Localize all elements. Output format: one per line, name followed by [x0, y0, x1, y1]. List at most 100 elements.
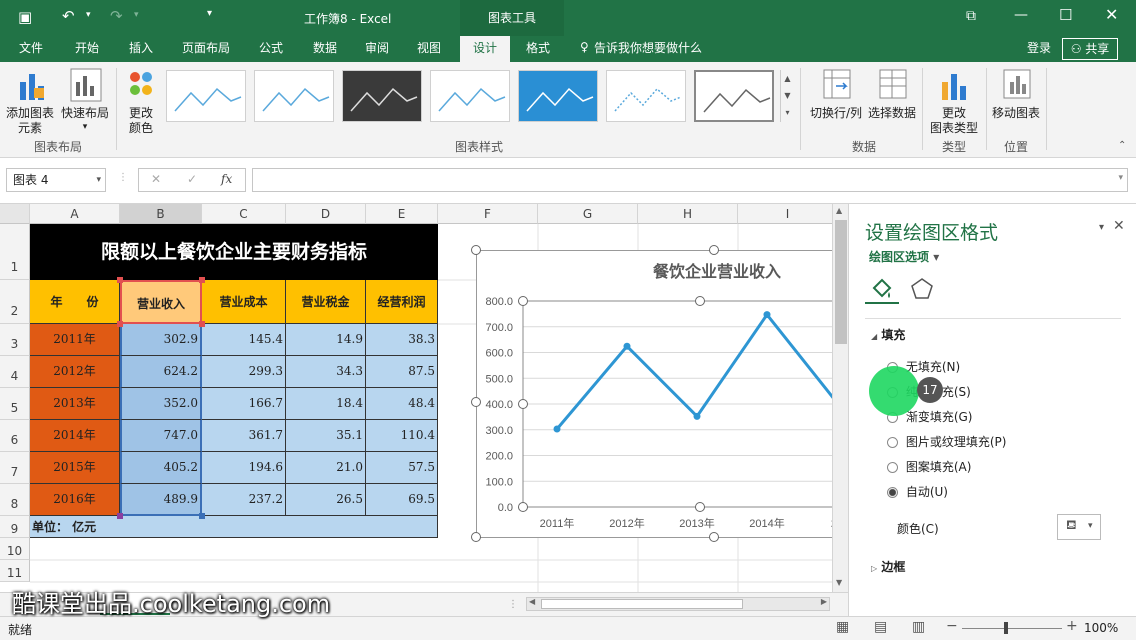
- row-header[interactable]: 11: [0, 560, 30, 582]
- chart-resize-handle[interactable]: [471, 245, 481, 255]
- tax-cell[interactable]: 34.3: [286, 356, 366, 388]
- quick-layout-button[interactable]: 快速布局 ▾: [58, 66, 112, 136]
- zoom-level[interactable]: 100%: [1084, 621, 1118, 635]
- tab-format[interactable]: 格式: [514, 36, 562, 62]
- year-cell[interactable]: 2012年: [30, 356, 120, 388]
- scroll-thumb[interactable]: [541, 599, 743, 609]
- column-header[interactable]: D: [286, 204, 366, 224]
- column-header[interactable]: B: [120, 204, 202, 224]
- page-layout-view-icon[interactable]: ▤: [874, 619, 887, 635]
- formula-input[interactable]: ▾: [252, 168, 1128, 192]
- row-header[interactable]: 5: [0, 388, 30, 420]
- row-header[interactable]: 1: [0, 224, 30, 280]
- fill-section-header[interactable]: ◢ 填充: [871, 326, 905, 343]
- year-cell[interactable]: 2014年: [30, 420, 120, 452]
- header-cell-selected[interactable]: 营业收入: [120, 280, 202, 324]
- chart-style-3[interactable]: [342, 70, 422, 122]
- tab-page-layout[interactable]: 页面布局: [174, 36, 238, 62]
- tab-design[interactable]: 设计: [460, 36, 510, 62]
- header-cell[interactable]: 经营利润: [366, 280, 438, 324]
- selection-handle[interactable]: [199, 277, 205, 283]
- undo-dropdown-icon[interactable]: ▾: [86, 10, 91, 20]
- tax-cell[interactable]: 35.1: [286, 420, 366, 452]
- customize-toolbar-icon[interactable]: ▾: [207, 8, 212, 19]
- tab-data[interactable]: 数据: [302, 36, 348, 62]
- undo-icon[interactable]: ↶: [62, 7, 75, 25]
- profit-cell[interactable]: 57.5: [366, 452, 438, 484]
- fill-color-picker[interactable]: ⛾ ▾: [1057, 514, 1101, 540]
- effects-pentagon-icon[interactable]: [909, 276, 935, 302]
- selection-handle[interactable]: [199, 513, 205, 519]
- pane-menu-icon[interactable]: ▾: [1099, 222, 1104, 233]
- cost-cell[interactable]: 299.3: [202, 356, 286, 388]
- gallery-scroll[interactable]: ▲ ▼ ▾: [780, 70, 794, 122]
- chart-style-2[interactable]: [254, 70, 334, 122]
- select-all-corner[interactable]: [0, 204, 30, 224]
- header-cell[interactable]: 营业税金: [286, 280, 366, 324]
- revenue-cell[interactable]: 747.0: [120, 420, 202, 452]
- zoom-slider-thumb[interactable]: [1004, 622, 1008, 634]
- add-chart-element-button[interactable]: 添加图表 元素: [2, 66, 58, 136]
- column-header[interactable]: F: [438, 204, 538, 224]
- tab-home[interactable]: 开始: [64, 36, 110, 62]
- chart-style-4[interactable]: [430, 70, 510, 122]
- cost-cell[interactable]: 361.7: [202, 420, 286, 452]
- fx-icon[interactable]: fx: [221, 172, 232, 186]
- horizontal-scrollbar[interactable]: ◀ ▶: [526, 597, 830, 611]
- row-header[interactable]: 2: [0, 280, 30, 324]
- row-header[interactable]: 10: [0, 538, 30, 560]
- select-data-button[interactable]: 选择数据: [866, 66, 918, 136]
- border-section-header[interactable]: ▷ 边框: [871, 558, 905, 575]
- profit-cell[interactable]: 48.4: [366, 388, 438, 420]
- scroll-up-icon[interactable]: ▲: [836, 206, 842, 215]
- maximize-icon[interactable]: ☐: [1059, 6, 1072, 24]
- close-icon[interactable]: ✕: [1105, 5, 1118, 24]
- cancel-icon[interactable]: ✕: [151, 172, 161, 186]
- scroll-thumb[interactable]: [835, 220, 847, 344]
- cost-cell[interactable]: 166.7: [202, 388, 286, 420]
- year-cell[interactable]: 2015年: [30, 452, 120, 484]
- chart-style-5[interactable]: [518, 70, 598, 122]
- move-chart-button[interactable]: 移动图表: [990, 66, 1042, 136]
- chart-style-7-selected[interactable]: [694, 70, 774, 122]
- save-icon[interactable]: ▣: [18, 8, 32, 26]
- cost-cell[interactable]: 237.2: [202, 484, 286, 516]
- row-header[interactable]: 7: [0, 452, 30, 484]
- radio-automatic[interactable]: 自动(U): [887, 483, 948, 500]
- row-header[interactable]: 8: [0, 484, 30, 516]
- revenue-cell[interactable]: 302.9: [120, 324, 202, 356]
- revenue-cell[interactable]: 489.9: [120, 484, 202, 516]
- selection-handle[interactable]: [117, 277, 123, 283]
- vertical-scrollbar[interactable]: ▲ ▼: [832, 204, 848, 592]
- column-header[interactable]: H: [638, 204, 738, 224]
- cost-cell[interactable]: 194.6: [202, 452, 286, 484]
- header-cell[interactable]: 营业成本: [202, 280, 286, 324]
- tab-formulas[interactable]: 公式: [248, 36, 294, 62]
- year-cell[interactable]: 2011年: [30, 324, 120, 356]
- column-header[interactable]: E: [366, 204, 438, 224]
- zoom-out-icon[interactable]: −: [946, 618, 958, 634]
- tab-insert[interactable]: 插入: [118, 36, 164, 62]
- year-cell[interactable]: 2016年: [30, 484, 120, 516]
- login-link[interactable]: 登录: [1020, 36, 1058, 62]
- chart-resize-handle[interactable]: [471, 397, 481, 407]
- row-header[interactable]: 9: [0, 516, 30, 538]
- tab-file[interactable]: 文件: [8, 36, 54, 62]
- chart-resize-handle[interactable]: [471, 532, 481, 542]
- normal-view-icon[interactable]: ▦: [836, 619, 849, 635]
- confirm-icon[interactable]: ✓: [187, 172, 197, 186]
- radio-pattern-fill[interactable]: 图案填充(A): [887, 458, 971, 475]
- column-header[interactable]: I: [738, 204, 836, 224]
- line-chart[interactable]: 餐饮企业营业收入 800.0 700.0 600.0 500.0 400.0 300.0 20…: [476, 250, 836, 538]
- tax-cell[interactable]: 21.0: [286, 452, 366, 484]
- tax-cell[interactable]: 18.4: [286, 388, 366, 420]
- chart-resize-handle[interactable]: [709, 245, 719, 255]
- tell-me-search[interactable]: 告诉我你想要做什么: [594, 36, 714, 62]
- fill-line-icon[interactable]: [869, 276, 895, 302]
- name-box[interactable]: 图表 4 ▾: [6, 168, 106, 192]
- table-title[interactable]: 限额以上餐饮企业主要财务指标: [30, 224, 438, 280]
- chart-resize-handle[interactable]: [709, 532, 719, 542]
- tax-cell[interactable]: 26.5: [286, 484, 366, 516]
- tax-cell[interactable]: 14.9: [286, 324, 366, 356]
- revenue-cell[interactable]: 405.2: [120, 452, 202, 484]
